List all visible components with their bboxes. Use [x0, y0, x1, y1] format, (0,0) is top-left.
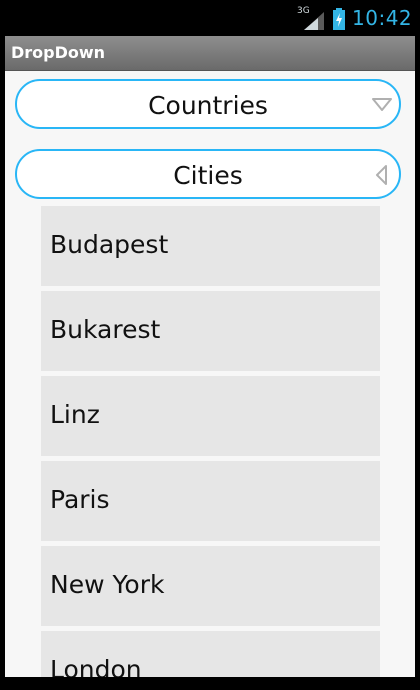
cities-spinner-label: Cities	[173, 161, 243, 190]
list-item-label: New York	[50, 570, 165, 599]
list-item-london[interactable]: London	[41, 631, 380, 677]
list-item-label: Paris	[50, 485, 110, 514]
status-clock: 10:42	[352, 6, 413, 30]
battery-charging-icon	[333, 8, 345, 30]
main-content: Countries Cities Budapest Bukarest Linz …	[5, 71, 415, 677]
list-item-label: Budapest	[50, 230, 169, 259]
status-bar: 3G 10:42	[0, 0, 420, 36]
list-item-linz[interactable]: Linz	[41, 376, 380, 456]
countries-spinner[interactable]: Countries	[15, 79, 401, 129]
triangle-left-icon	[376, 165, 387, 185]
list-item-label: London	[50, 655, 142, 677]
list-item-budapest[interactable]: Budapest	[41, 206, 380, 286]
cities-spinner[interactable]: Cities	[15, 149, 401, 199]
countries-spinner-label: Countries	[148, 91, 268, 120]
signal-strength-icon	[304, 12, 324, 30]
triangle-down-icon	[372, 98, 392, 111]
list-item-paris[interactable]: Paris	[41, 461, 380, 541]
list-item-bukarest[interactable]: Bukarest	[41, 291, 380, 371]
list-item-new-york[interactable]: New York	[41, 546, 380, 626]
app-title-bar: DropDown	[5, 36, 415, 71]
cities-dropdown-list: Budapest Bukarest Linz Paris New York Lo…	[41, 206, 380, 677]
list-item-label: Bukarest	[50, 315, 161, 344]
app-title: DropDown	[11, 43, 106, 62]
app-screen: 3G 10:42 DropDown Countries Cities Budap…	[0, 0, 420, 690]
list-item-label: Linz	[50, 400, 100, 429]
